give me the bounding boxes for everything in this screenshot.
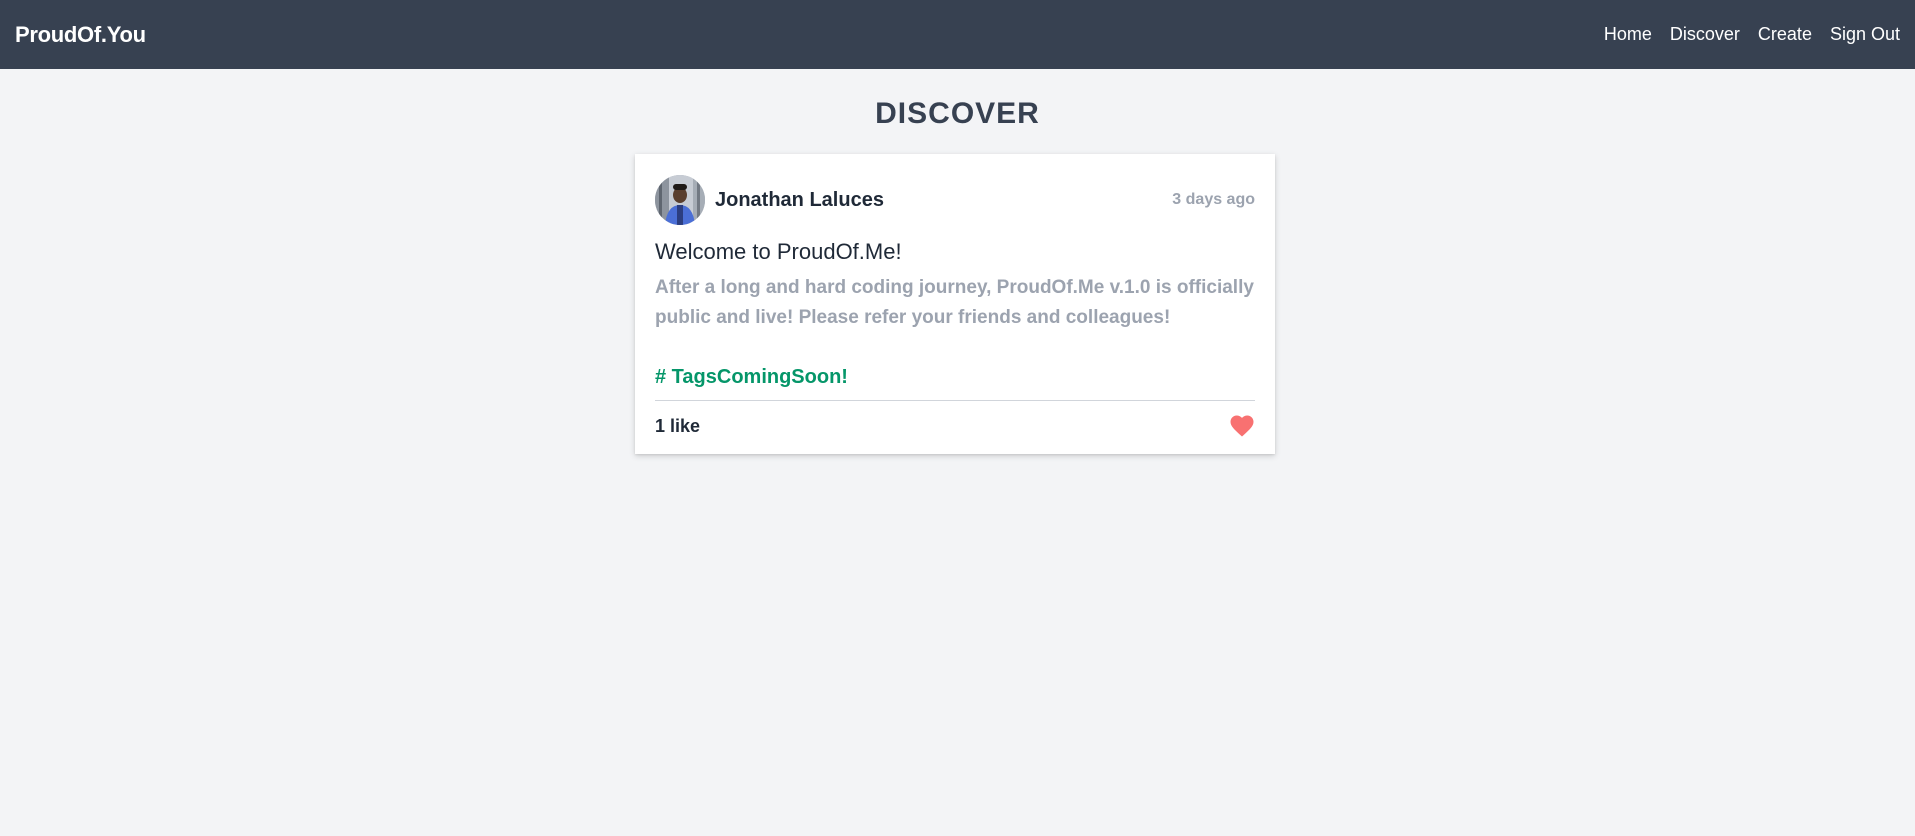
nav-link-home[interactable]: Home xyxy=(1604,24,1652,45)
post-timestamp: 3 days ago xyxy=(1172,191,1255,208)
post-title: Welcome to ProudOf.Me! xyxy=(655,239,902,264)
post-tag[interactable]: # TagsComingSoon! xyxy=(655,366,1255,389)
page-title: DISCOVER xyxy=(875,97,1040,130)
post-footer: 1 like xyxy=(655,401,1255,451)
nav-link-create[interactable]: Create xyxy=(1758,24,1812,45)
post-card: Jonathan Laluces 3 days ago Welcome to P… xyxy=(635,154,1275,454)
nav-links: Home Discover Create Sign Out xyxy=(1586,24,1900,45)
post-author: Jonathan Laluces xyxy=(655,175,884,225)
like-button[interactable] xyxy=(1229,414,1255,438)
top-navbar: ProudOf.You Home Discover Create Sign Ou… xyxy=(0,0,1915,69)
author-name[interactable]: Jonathan Laluces xyxy=(715,189,884,212)
post-header: Jonathan Laluces 3 days ago xyxy=(655,174,1255,226)
brand-logo[interactable]: ProudOf.You xyxy=(15,22,146,48)
nav-link-discover[interactable]: Discover xyxy=(1670,24,1740,45)
post-body: After a long and hard coding journey, Pr… xyxy=(655,277,1254,328)
like-count: 1 like xyxy=(655,415,701,436)
heart-icon xyxy=(1230,415,1254,437)
avatar[interactable] xyxy=(655,175,705,225)
nav-link-sign-out[interactable]: Sign Out xyxy=(1830,24,1900,45)
